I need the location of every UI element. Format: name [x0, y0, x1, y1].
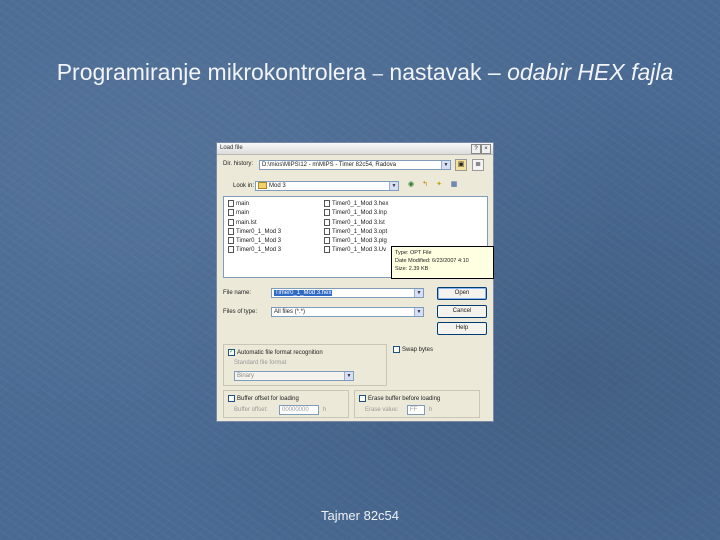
close-button[interactable]: ×: [481, 144, 491, 154]
format-select[interactable]: Binary ▼: [234, 371, 354, 381]
view-menu-icon[interactable]: ▦: [448, 180, 460, 192]
chevron-down-icon: ▼: [414, 308, 423, 316]
look-in-value: Mod 3: [269, 183, 286, 190]
file-icon: [228, 246, 234, 254]
list-item[interactable]: Timer0_1_Mod 3.Uv: [324, 246, 388, 255]
erase-value-label: Erase value:: [365, 407, 399, 413]
list-item[interactable]: main: [228, 209, 281, 218]
buffer-offset-checkbox[interactable]: [228, 395, 235, 402]
list-item[interactable]: Timer0_1_Mod 3.hex: [324, 200, 388, 209]
file-icon: [324, 237, 330, 245]
file-icon: [324, 200, 330, 207]
chevron-down-icon: ▼: [344, 372, 353, 380]
list-item[interactable]: Timer0_1_Mod 3.opt: [324, 227, 388, 237]
back-icon[interactable]: ◉: [405, 180, 417, 192]
file-icon: [228, 227, 234, 235]
file-name-input[interactable]: Timer0_1_Mod 3.hex ▼: [271, 288, 424, 298]
file-icon: [324, 227, 330, 235]
dir-history-select[interactable]: D:\mios\MIPS\12 - m\MIPS - Timer 82c54, …: [259, 160, 451, 170]
file-type-select[interactable]: All files (*.*) ▼: [271, 307, 424, 317]
chevron-down-icon: ▼: [414, 289, 423, 297]
title-part2: nastavak –: [389, 59, 501, 85]
standard-format-label: Standard file format: [234, 360, 287, 366]
title-dash: –: [372, 64, 384, 85]
title-part1: Programiranje mikrokontrolera: [56, 59, 367, 85]
dialog-title: Load file: [220, 145, 243, 151]
slide-footer: Tajmer 82c54: [320, 508, 400, 523]
dir-history-value: D:\mios\MIPS\12 - m\MIPS - Timer 82c54, …: [262, 162, 397, 168]
list-item[interactable]: Timer0_1_Mod 3: [228, 227, 281, 237]
file-name-label: File name:: [223, 290, 252, 296]
file-type-label: Files of type:: [223, 309, 258, 315]
list-item[interactable]: main: [228, 200, 281, 209]
look-in-select[interactable]: Mod 3 ▼: [255, 181, 399, 191]
file-icon: [324, 246, 330, 254]
list-item[interactable]: main.lst: [228, 218, 281, 228]
buffer-offset-field-label: Buffer offset:: [234, 407, 268, 413]
file-icon: [228, 200, 234, 207]
list-item[interactable]: Timer0_1_Mod 3: [228, 246, 281, 255]
open-button[interactable]: Open: [437, 287, 487, 300]
file-tooltip: Type: OPT File Date Modified: 6/23/2007 …: [391, 246, 494, 279]
list-view-icon[interactable]: ≣: [472, 159, 484, 171]
look-in-label: Look in:: [233, 183, 255, 189]
new-folder-icon[interactable]: ✦: [433, 180, 445, 192]
swap-bytes-row[interactable]: Swap bytes: [393, 346, 433, 353]
file-icon: [324, 218, 330, 226]
file-icon: [228, 218, 234, 226]
file-column-right: Timer0_1_Mod 3.hex Timer0_1_Mod 3.lnp Ti…: [324, 200, 388, 256]
file-column-left: main main main.lst Timer0_1_Mod 3 Timer0…: [228, 200, 281, 256]
folder-icon[interactable]: ▣: [455, 159, 467, 171]
buffer-offset-unit: h: [323, 407, 327, 413]
file-icon: [228, 237, 234, 245]
buffer-offset-input[interactable]: 00000000: [279, 405, 319, 415]
title-italic: odabir HEX fajla: [507, 59, 674, 85]
dir-history-label: Dir. history:: [223, 161, 254, 167]
help-button[interactable]: Help: [437, 322, 487, 335]
buffer-offset-row[interactable]: Buffer offset for loading: [228, 395, 299, 402]
chevron-down-icon: ▼: [389, 182, 398, 190]
erase-value-unit: h: [429, 407, 433, 413]
cancel-button[interactable]: Cancel: [437, 305, 487, 318]
file-type-value: All files (*.*): [274, 309, 306, 315]
list-item[interactable]: Timer0_1_Mod 3.lst: [324, 218, 388, 228]
auto-format-checkbox[interactable]: ✓: [228, 349, 235, 356]
chevron-down-icon: ▼: [441, 161, 450, 169]
load-file-dialog: Load file ? × Dir. history: D:\mios\MIPS…: [216, 142, 494, 422]
format-group: ✓ Automatic file format recognition Stand…: [223, 344, 387, 386]
erase-buffer-group: Erase buffer before loading Erase value:…: [354, 390, 480, 418]
dialog-titlebar: Load file ? ×: [217, 143, 493, 155]
list-item[interactable]: Timer0_1_Mod 3: [228, 237, 281, 246]
swap-bytes-checkbox[interactable]: [393, 346, 400, 353]
file-icon: [228, 209, 234, 217]
erase-value-input[interactable]: FF: [407, 405, 425, 415]
slide-title: Programiranje mikrokontrolera – nastavak…: [40, 58, 690, 89]
file-icon: [324, 209, 330, 217]
file-name-value: Timer0_1_Mod 3.hex: [274, 290, 333, 296]
buffer-offset-group: Buffer offset for loading Buffer offset:…: [223, 390, 349, 418]
auto-format-checkbox-row[interactable]: ✓ Automatic file format recognition: [228, 349, 323, 356]
up-folder-icon[interactable]: ↰: [419, 180, 431, 192]
erase-buffer-checkbox[interactable]: [359, 395, 366, 402]
help-title-button[interactable]: ?: [471, 144, 481, 154]
list-item[interactable]: Timer0_1_Mod 3.plg: [324, 237, 388, 246]
folder-icon: [258, 182, 267, 189]
list-item[interactable]: Timer0_1_Mod 3.lnp: [324, 209, 388, 218]
format-value: Binary: [237, 373, 255, 379]
erase-buffer-row[interactable]: Erase buffer before loading: [359, 395, 440, 402]
